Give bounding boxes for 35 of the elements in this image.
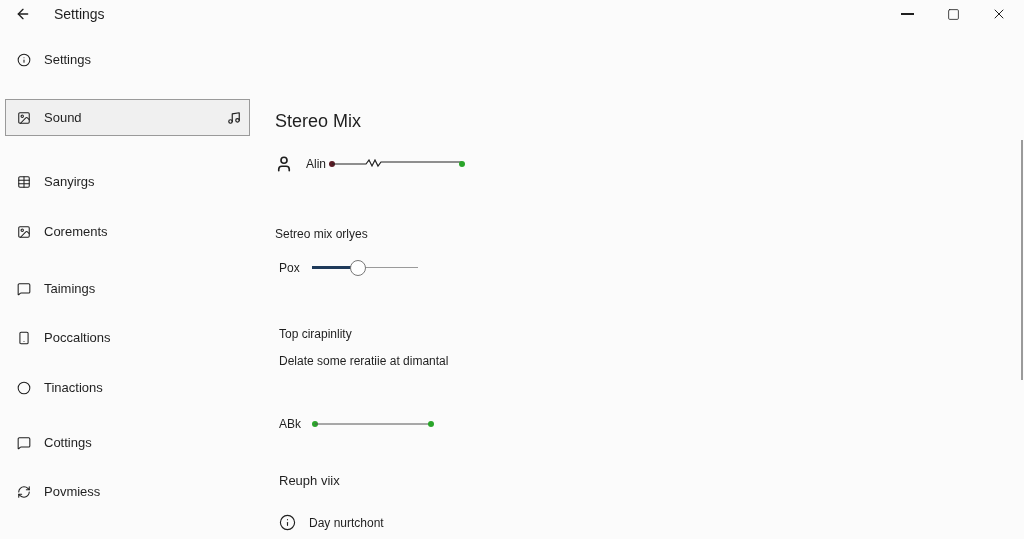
- sidebar-item[interactable]: Corements: [5, 213, 250, 250]
- options-heading: Setreo mix orlyes: [275, 226, 369, 243]
- link-label: ABk: [279, 416, 302, 433]
- section-heading: Reuph viix: [279, 472, 341, 490]
- slider-thumb[interactable]: [349, 260, 366, 276]
- chat-icon: [17, 435, 31, 450]
- window-title: Settings: [54, 4, 105, 24]
- person-icon: [275, 155, 293, 173]
- chat-icon: [17, 281, 31, 296]
- slider-track[interactable]: [312, 260, 418, 276]
- slider-label: Pox: [279, 260, 301, 277]
- maximize-icon: [946, 7, 960, 21]
- section-title: Stereo Mix: [275, 110, 363, 133]
- music-note-icon: [227, 110, 241, 125]
- sidebar-item[interactable]: Povmiess: [5, 473, 250, 510]
- sidebar-item[interactable]: Poccaltions: [5, 319, 250, 356]
- refresh-icon: [17, 484, 31, 499]
- scrollbar[interactable]: [1021, 140, 1023, 380]
- circle-icon: [17, 380, 31, 395]
- picture-icon: [17, 224, 31, 239]
- sidebar-item[interactable]: Sound: [5, 99, 250, 136]
- sidebar-item[interactable]: Settings: [5, 41, 250, 78]
- capability-description: Delate some reratiie at dimantal: [279, 353, 450, 370]
- sidebar-item[interactable]: Taimings: [5, 270, 250, 307]
- info-icon: [279, 514, 296, 531]
- sidebar-item[interactable]: Sanyirgs: [5, 163, 250, 200]
- device-label: Alin: [306, 156, 326, 173]
- sidebar-item[interactable]: Tinactions: [5, 369, 250, 406]
- phone-icon: [17, 330, 31, 345]
- sidebar-item[interactable]: Cottings: [5, 424, 250, 461]
- info-icon: [17, 52, 31, 67]
- minimize-icon: [900, 13, 914, 15]
- info-label: Day nurtchont: [309, 514, 384, 532]
- capability-title: Top cirapinlity: [279, 326, 353, 343]
- table-icon: [17, 174, 31, 189]
